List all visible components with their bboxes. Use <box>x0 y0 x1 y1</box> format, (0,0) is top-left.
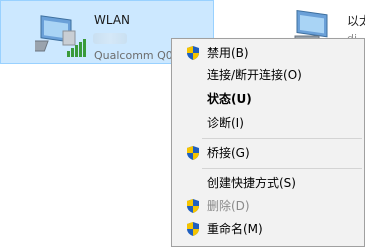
adapter-name: WLAN <box>94 13 131 27</box>
menu-separator <box>202 168 362 169</box>
menu-item-label: 连接/断开连接(O) <box>207 68 302 82</box>
menu-item-label: 创建快捷方式(S) <box>207 176 296 190</box>
menu-item-label: 禁用(B) <box>207 46 249 60</box>
menu-item-label: 删除(D) <box>207 199 250 213</box>
menu-item-label: 状态(U) <box>207 92 252 106</box>
menu-item-label: 诊断(I) <box>207 116 244 130</box>
menu-separator <box>202 138 362 139</box>
menu-item-delete: 删除(D) <box>172 195 364 217</box>
uac-shield-icon <box>187 199 199 213</box>
menu-item-label: 重命名(M) <box>207 222 263 236</box>
uac-shield-icon <box>187 146 199 160</box>
menu-item-connect-disconnect[interactable]: 连接/断开连接(O) <box>172 64 364 86</box>
menu-item-status[interactable]: 状态(U) <box>172 88 364 110</box>
menu-item-rename[interactable]: 重命名(M) <box>172 218 364 240</box>
blurred-status-text <box>93 33 127 44</box>
wireless-network-adapter-icon <box>35 15 86 57</box>
context-menu: 禁用(B) 连接/断开连接(O) 状态(U) 诊断(I) 桥接(G) 创建快捷方… <box>171 38 365 247</box>
uac-shield-icon <box>187 46 199 60</box>
second-adapter-name: 以太 <box>347 14 365 28</box>
uac-shield-icon <box>187 222 199 236</box>
menu-item-disable[interactable]: 禁用(B) <box>172 42 364 64</box>
adapter-vendor: Qualcomm Q0 <box>94 49 173 62</box>
menu-item-create-shortcut[interactable]: 创建快捷方式(S) <box>172 172 364 194</box>
menu-item-label: 桥接(G) <box>207 146 250 160</box>
menu-item-diagnose[interactable]: 诊断(I) <box>172 112 364 134</box>
menu-item-bridge[interactable]: 桥接(G) <box>172 142 364 164</box>
